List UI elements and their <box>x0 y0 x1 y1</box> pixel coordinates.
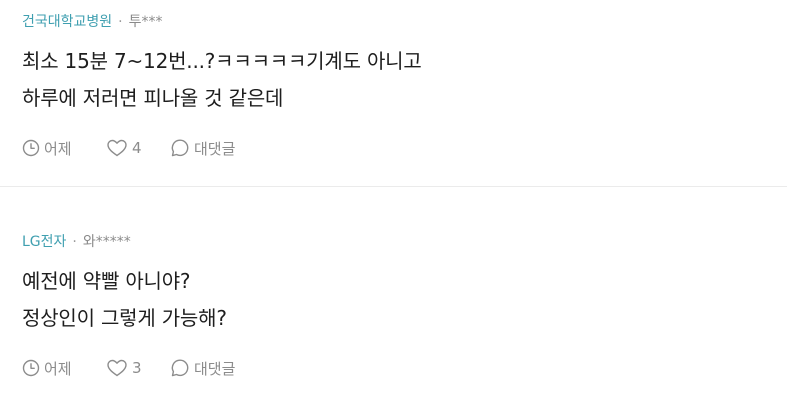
speech-bubble-icon <box>170 138 190 158</box>
comment-line: 정상인이 그렇게 가능해? <box>22 306 227 330</box>
comment-list: 건국대학교병원 · 투*** 최소 15분 7~12번...?ㅋㅋㅋㅋㅋ기계도 … <box>0 0 787 402</box>
reply-label: 대댓글 <box>194 359 236 378</box>
meta-separator: · <box>118 14 123 30</box>
reply-button[interactable]: 대댓글 <box>170 138 235 159</box>
like-count: 4 <box>132 139 142 157</box>
reply-label: 대댓글 <box>194 139 236 158</box>
clock-icon <box>22 139 40 157</box>
clock-icon <box>22 359 40 377</box>
like-button[interactable]: 4 <box>106 138 170 158</box>
comment-body: 최소 15분 7~12번...?ㅋㅋㅋㅋㅋ기계도 아니고 하루에 저러면 피나올… <box>22 43 767 117</box>
comment-line: 하루에 저러면 피나올 것 같은데 <box>22 86 284 110</box>
comment-meta: LG전자 · 와***** <box>22 230 767 254</box>
speech-bubble-icon <box>170 358 190 378</box>
reply-button[interactable]: 대댓글 <box>170 358 235 379</box>
comment-meta: 건국대학교병원 · 투*** <box>22 10 767 34</box>
comment-actions: 어제 3 대댓글 <box>22 356 767 380</box>
comment-item: 건국대학교병원 · 투*** 최소 15분 7~12번...?ㅋㅋㅋㅋㅋ기계도 … <box>0 0 787 186</box>
comment-item: LG전자 · 와***** 예전에 약빨 아니야? 정상인이 그렇게 가능해? … <box>0 186 787 402</box>
like-count: 3 <box>132 359 142 377</box>
comment-body: 예전에 약빨 아니야? 정상인이 그렇게 가능해? <box>22 263 767 337</box>
comment-line: 예전에 약빨 아니야? <box>22 269 191 293</box>
author-company-link[interactable]: 건국대학교병원 <box>22 10 112 34</box>
meta-separator: · <box>72 234 77 250</box>
like-button[interactable]: 3 <box>106 358 170 378</box>
timestamp-label: 어제 <box>44 359 72 378</box>
author-nickname[interactable]: 투*** <box>129 10 163 34</box>
author-nickname[interactable]: 와***** <box>83 230 131 254</box>
author-company-link[interactable]: LG전자 <box>22 230 66 254</box>
heart-icon <box>106 138 128 158</box>
timestamp: 어제 <box>22 358 106 379</box>
comment-line: 최소 15분 7~12번...?ㅋㅋㅋㅋㅋ기계도 아니고 <box>22 49 422 73</box>
heart-icon <box>106 358 128 378</box>
timestamp: 어제 <box>22 138 106 159</box>
timestamp-label: 어제 <box>44 139 72 158</box>
comment-actions: 어제 4 대댓글 <box>22 136 767 160</box>
